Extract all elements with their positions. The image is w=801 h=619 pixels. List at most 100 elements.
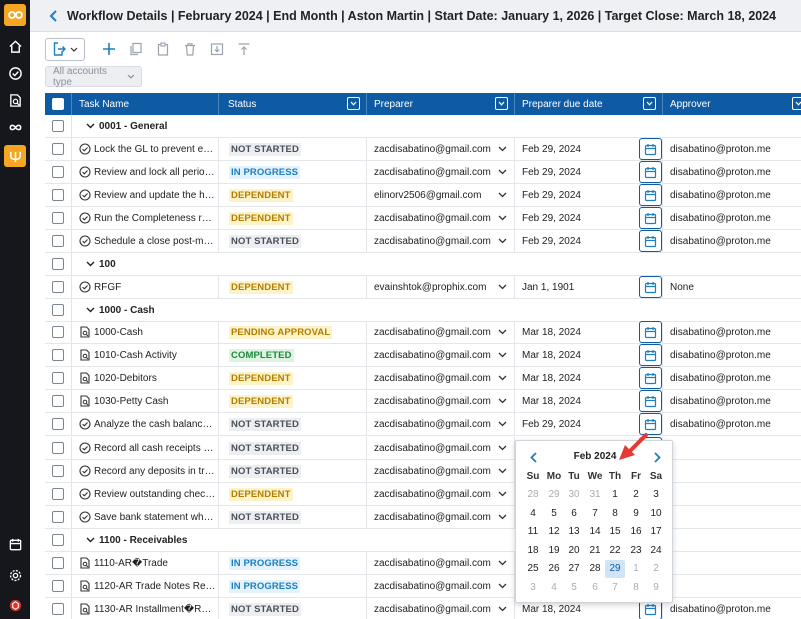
task-name-cell[interactable]: 1020-Debitors (72, 367, 219, 389)
calendar-day[interactable]: 2 (626, 486, 646, 504)
header-preparer[interactable]: Preparer (367, 93, 515, 115)
preparer-dropdown-chevron-icon[interactable] (498, 327, 507, 338)
calendar-icon[interactable] (639, 276, 662, 298)
task-name-cell[interactable]: 1130-AR Installment�Recei... (72, 598, 219, 619)
preparer-dropdown-chevron-icon[interactable] (498, 558, 507, 569)
task-name-cell[interactable]: Analyze the cash balances at ... (72, 413, 219, 435)
workflow-icon[interactable] (4, 145, 26, 167)
due-date-filter-icon[interactable] (643, 97, 656, 110)
select-all-checkbox[interactable] (52, 98, 64, 110)
preparer-cell[interactable]: zacdisabatino@gmail.com (367, 552, 515, 574)
calendar-day[interactable]: 23 (626, 542, 646, 560)
calendar-icon[interactable] (639, 161, 662, 183)
approver-cell[interactable]: disabatino@proton.me (663, 230, 801, 252)
calendar-day[interactable]: 13 (564, 523, 584, 541)
task-name-cell[interactable]: 1120-AR Trade Notes Receiv... (72, 575, 219, 597)
task-name-cell[interactable]: 1110-AR�Trade (72, 552, 219, 574)
calendar-icon[interactable] (639, 230, 662, 252)
preparer-dropdown-chevron-icon[interactable] (498, 419, 507, 430)
row-checkbox[interactable] (52, 235, 64, 247)
approver-cell[interactable]: disabatino@proton.me (663, 184, 801, 206)
preparer-cell[interactable]: zacdisabatino@gmail.com (367, 598, 515, 619)
task-name-cell[interactable]: Lock the GL to prevent entrie... (72, 138, 219, 160)
preparer-cell[interactable]: zacdisabatino@gmail.com (367, 575, 515, 597)
header-task-name[interactable]: Task Name (72, 93, 219, 115)
row-checkbox[interactable] (52, 349, 64, 361)
due-date-cell[interactable]: Mar 18, 2024 (515, 390, 663, 412)
preparer-cell[interactable]: zacdisabatino@gmail.com (367, 230, 515, 252)
approver-cell[interactable]: disabatino@proton.me (663, 390, 801, 412)
due-date-cell[interactable]: Feb 29, 2024 (515, 207, 663, 229)
calendar-day-outside-month[interactable]: 6 (585, 579, 605, 597)
table-row[interactable]: 1110-AR�Trade IN PROGRESS zacdisabatino@gm… (45, 552, 801, 575)
task-name-cell[interactable]: RFGF (72, 276, 219, 298)
approver-cell[interactable] (663, 506, 801, 528)
due-date-cell[interactable]: Jan 1, 1901 (515, 276, 663, 298)
calendar-day[interactable]: 14 (585, 523, 605, 541)
preparer-dropdown-chevron-icon[interactable] (498, 167, 507, 178)
back-chevron-icon[interactable] (46, 9, 60, 23)
table-row[interactable]: Lock the GL to prevent entrie... NOT STAR… (45, 138, 801, 161)
upload-top-icon[interactable] (235, 40, 253, 58)
row-checkbox[interactable] (52, 189, 64, 201)
calendar-icon[interactable] (639, 390, 662, 412)
infinity-icon[interactable] (4, 116, 26, 138)
calendar-day[interactable]: 5 (544, 505, 564, 523)
accounts-type-select[interactable]: All accounts type (45, 66, 142, 88)
approver-filter-icon[interactable] (792, 97, 801, 110)
group-label[interactable]: 1000 - Cash (72, 299, 155, 321)
calendar-day[interactable]: 18 (523, 542, 543, 560)
approver-cell[interactable] (663, 575, 801, 597)
calendar-day[interactable]: 22 (605, 542, 625, 560)
calendar-day-outside-month[interactable]: 30 (564, 486, 584, 504)
row-checkbox[interactable] (52, 166, 64, 178)
due-date-cell[interactable]: Mar 18, 2024 (515, 344, 663, 366)
due-date-cell[interactable]: Mar 18, 2024 (515, 367, 663, 389)
preparer-dropdown-chevron-icon[interactable] (498, 282, 507, 293)
group-label[interactable]: 0001 - General (72, 115, 167, 137)
table-row[interactable]: Record all cash receipts and d... NOT STA… (45, 437, 801, 460)
calendar-day[interactable]: 7 (585, 505, 605, 523)
calendar-icon[interactable] (639, 321, 662, 343)
calendar-icon[interactable] (639, 184, 662, 206)
task-name-cell[interactable]: Review and lock all periods t... (72, 161, 219, 183)
calendar-day-outside-month[interactable]: 3 (523, 579, 543, 597)
tasks-check-icon[interactable] (4, 62, 26, 84)
due-date-cell[interactable]: Feb 29, 2024 (515, 184, 663, 206)
approver-cell[interactable]: disabatino@proton.me (663, 161, 801, 183)
table-row[interactable]: Schedule a close post-morte... NOT STARTE… (45, 230, 801, 253)
group-checkbox[interactable] (52, 304, 64, 316)
calendar-day-outside-month[interactable]: 9 (646, 579, 666, 597)
task-name-cell[interactable]: Run the Completeness repor... (72, 207, 219, 229)
approver-cell[interactable]: disabatino@proton.me (663, 138, 801, 160)
row-checkbox[interactable] (52, 603, 64, 615)
calendar-day[interactable]: 27 (564, 560, 584, 578)
calendar-day[interactable]: 4 (523, 505, 543, 523)
calendar-day-outside-month[interactable]: 8 (626, 579, 646, 597)
table-row[interactable]: Review outstanding check lis... DEPENDENT… (45, 483, 801, 506)
task-name-cell[interactable]: Record all cash receipts and d... (72, 437, 219, 459)
export-dropdown-button[interactable] (45, 37, 85, 61)
row-checkbox[interactable] (52, 418, 64, 430)
calendar-day[interactable]: 21 (585, 542, 605, 560)
task-name-cell[interactable]: Schedule a close post-morte... (72, 230, 219, 252)
calendar-day[interactable]: 24 (646, 542, 666, 560)
table-row[interactable]: 1010-Cash Activity COMPLETED zacdisabatino… (45, 344, 801, 367)
row-checkbox[interactable] (52, 465, 64, 477)
preparer-cell[interactable]: zacdisabatino@gmail.com (367, 161, 515, 183)
calendar-day-outside-month[interactable]: 5 (564, 579, 584, 597)
group-label[interactable]: 1100 - Receivables (72, 529, 187, 551)
group-checkbox[interactable] (52, 534, 64, 546)
preparer-dropdown-chevron-icon[interactable] (498, 236, 507, 247)
add-icon[interactable] (100, 40, 118, 58)
calendar-icon[interactable] (639, 367, 662, 389)
next-month-chevron-icon[interactable] (650, 449, 664, 465)
preparer-cell[interactable]: zacdisabatino@gmail.com (367, 138, 515, 160)
table-row[interactable]: Save bank statement when th... NOT STARTE… (45, 506, 801, 529)
preparer-cell[interactable]: zacdisabatino@gmail.com (367, 506, 515, 528)
header-status[interactable]: Status (219, 93, 367, 115)
settings-gear-icon[interactable] (4, 564, 26, 586)
calendar-day[interactable]: 25 (523, 560, 543, 578)
row-checkbox[interactable] (52, 372, 64, 384)
calendar-day[interactable]: 12 (544, 523, 564, 541)
